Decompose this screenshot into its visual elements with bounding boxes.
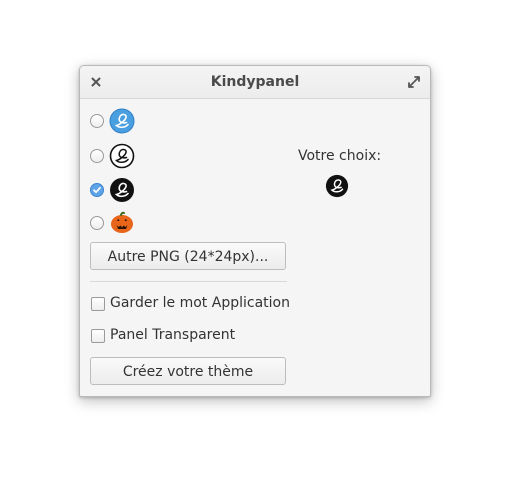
transparent-panel-label[interactable]: Panel Transparent (110, 327, 235, 343)
elementary-logo-blue-icon (109, 108, 135, 134)
logo-radio-3[interactable] (90, 183, 104, 197)
elementary-logo-outline-icon (109, 143, 135, 169)
transparent-panel-checkbox[interactable] (91, 329, 105, 343)
pumpkin-icon (109, 210, 135, 236)
create-theme-button[interactable]: Créez votre thème (90, 357, 286, 385)
checkmark-icon (93, 186, 101, 194)
chosen-logo-black-icon (325, 174, 349, 198)
keep-application-word-checkbox[interactable] (91, 297, 105, 311)
other-png-button[interactable]: Autre PNG (24*24px)... (90, 242, 286, 270)
logo-radio-2[interactable] (90, 149, 104, 163)
choice-label: Votre choix: (298, 148, 382, 164)
maximize-icon[interactable] (406, 74, 422, 90)
logo-radio-4[interactable] (90, 216, 104, 230)
elementary-logo-black-icon (109, 177, 135, 203)
kindypanel-window: Kindypanel Votre choix: Autre PNG (24*24… (79, 65, 431, 397)
window-title: Kindypanel (210, 74, 300, 90)
logo-radio-1[interactable] (90, 114, 104, 128)
keep-application-word-label[interactable]: Garder le mot Application (110, 295, 290, 311)
separator (90, 281, 287, 282)
title-bar[interactable]: Kindypanel (80, 66, 430, 99)
